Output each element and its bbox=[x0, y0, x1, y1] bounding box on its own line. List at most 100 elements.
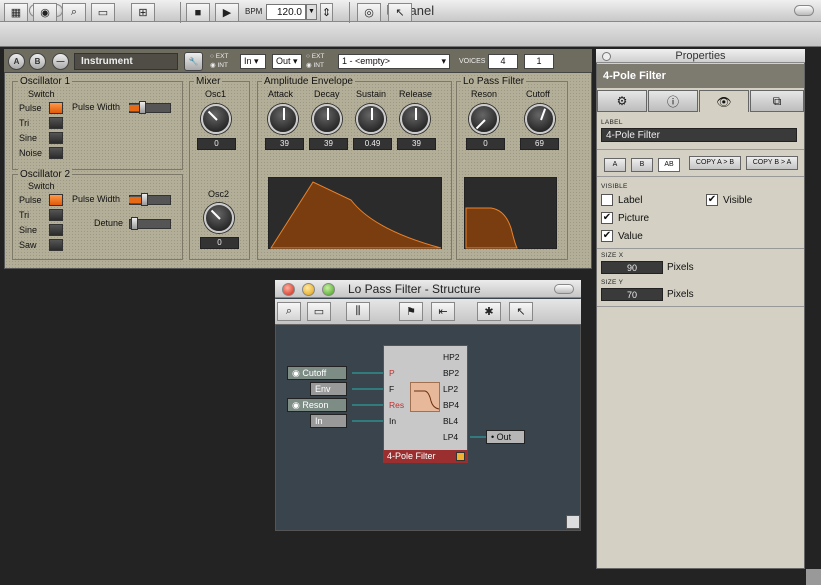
osc2-pw-thumb[interactable] bbox=[141, 193, 148, 206]
resize-grip[interactable] bbox=[806, 569, 821, 585]
in-module[interactable]: In bbox=[310, 414, 347, 428]
voices-field[interactable]: 4 bbox=[488, 54, 518, 69]
release-label: Release bbox=[399, 89, 433, 99]
label-caption: LABEL bbox=[601, 119, 623, 126]
picture-checkbox[interactable]: ✔ bbox=[601, 212, 613, 224]
label-input[interactable]: 4-Pole Filter bbox=[601, 128, 797, 142]
mixer-osc1-value: 0 bbox=[197, 138, 236, 150]
visible-checkbox[interactable]: ✔ bbox=[706, 194, 718, 206]
osc2-item-label: Saw bbox=[19, 240, 37, 250]
tab-view[interactable]: 👁 bbox=[699, 90, 749, 112]
flag-icon[interactable]: ⚑ bbox=[399, 302, 423, 321]
ext-radio-top[interactable]: ○ EXT bbox=[210, 53, 228, 60]
release-knob[interactable] bbox=[400, 104, 430, 134]
visible-caption: VISIBLE bbox=[601, 183, 628, 190]
search-icon[interactable]: ⌕ bbox=[62, 3, 86, 22]
osc2-pulse-switch[interactable] bbox=[49, 194, 63, 206]
hierarchy-icon[interactable]: ⊞ bbox=[131, 3, 155, 22]
sustain-label: Sustain bbox=[356, 89, 387, 99]
value-checkbox[interactable]: ✔ bbox=[601, 230, 613, 242]
wrench-icon[interactable]: 🔧 bbox=[184, 52, 203, 71]
osc2-detune-thumb[interactable] bbox=[131, 217, 138, 230]
folder-icon[interactable]: ▭ bbox=[91, 3, 115, 22]
mixer-icon[interactable]: ⫼ bbox=[346, 302, 370, 321]
structure-resize-grip[interactable] bbox=[566, 515, 580, 529]
osc1-noise-switch[interactable] bbox=[49, 147, 63, 159]
label-checkbox[interactable] bbox=[601, 194, 613, 206]
camera-icon[interactable]: ◉ bbox=[33, 3, 57, 22]
osc2-tri-switch[interactable] bbox=[49, 209, 63, 221]
size-x-unit: Pixels bbox=[667, 262, 694, 273]
env-module[interactable]: Env bbox=[310, 382, 347, 396]
voice-value-field[interactable]: 1 bbox=[524, 54, 554, 69]
osc1-sine-switch[interactable] bbox=[49, 132, 63, 144]
osc2-sine-switch[interactable] bbox=[49, 224, 63, 236]
bpm-field[interactable]: 120.0 bbox=[266, 4, 306, 20]
stop-icon[interactable]: ■ bbox=[186, 3, 210, 22]
midi-icon[interactable]: ◎ bbox=[357, 3, 381, 22]
osc1-pulse-switch[interactable] bbox=[49, 102, 63, 114]
int-radio-top[interactable]: ◉ INT bbox=[210, 62, 228, 69]
properties-close-button[interactable] bbox=[602, 52, 611, 61]
bpm-stepper[interactable]: ⇕ bbox=[320, 3, 333, 22]
size-x-caption: SIZE X bbox=[601, 252, 624, 259]
reson-module[interactable]: ◉ Reson bbox=[287, 398, 347, 412]
bug-icon[interactable]: ✱ bbox=[477, 302, 501, 321]
cutoff-module[interactable]: ◉ Cutoff bbox=[287, 366, 347, 380]
attack-knob[interactable] bbox=[268, 104, 298, 134]
oscillator-1-title: Oscillator 1 bbox=[18, 76, 73, 87]
preset-select[interactable]: 1 - <empty> ▾ bbox=[338, 54, 450, 69]
pointer-info-icon[interactable]: ↖ bbox=[388, 3, 412, 22]
mixer-osc2-knob[interactable] bbox=[204, 203, 234, 233]
play-icon[interactable]: ▶ bbox=[215, 3, 239, 22]
filter-edit-icon[interactable] bbox=[456, 452, 465, 461]
cutoff-knob[interactable] bbox=[525, 104, 555, 134]
knob-icon: ◉ bbox=[292, 368, 300, 378]
port-f-label: F bbox=[389, 384, 395, 394]
snapshot-b-button[interactable]: B bbox=[29, 53, 46, 70]
int-radio[interactable]: ◉ INT bbox=[306, 62, 324, 69]
state-a-button[interactable]: A bbox=[604, 158, 626, 172]
panel-icon[interactable]: ▦ bbox=[4, 3, 28, 22]
structure-minimize-button[interactable] bbox=[302, 283, 315, 296]
osc2-saw-switch[interactable] bbox=[49, 239, 63, 251]
copy-b-to-a-button[interactable]: COPY B > A bbox=[746, 156, 798, 170]
tab-info[interactable]: ⓘ bbox=[648, 90, 698, 112]
minus-button[interactable]: — bbox=[52, 53, 69, 70]
tab-settings[interactable]: ⚙ bbox=[597, 90, 647, 112]
osc1-item-label: Noise bbox=[19, 148, 43, 158]
osc1-pw-thumb[interactable] bbox=[139, 101, 146, 114]
state-b-button[interactable]: B bbox=[631, 158, 653, 172]
sustain-knob[interactable] bbox=[356, 104, 386, 134]
mixer-osc2-label: Osc2 bbox=[208, 189, 230, 199]
snapshot-a-button[interactable]: A bbox=[8, 53, 25, 70]
mixer-title: Mixer bbox=[194, 76, 223, 87]
amp-envelope-title: Amplitude Envelope bbox=[262, 76, 355, 87]
search-icon[interactable]: ⌕ bbox=[277, 302, 301, 321]
ext-radio[interactable]: ○ EXT bbox=[306, 53, 324, 60]
out-select[interactable]: Out ▾ bbox=[272, 54, 302, 69]
structure-zoom-button[interactable] bbox=[322, 283, 335, 296]
reson-knob[interactable] bbox=[469, 104, 499, 134]
size-x-input[interactable]: 90 bbox=[601, 261, 663, 274]
attack-value: 39 bbox=[265, 138, 304, 150]
bpm-dropdown-arrow[interactable]: ▼ bbox=[306, 4, 317, 20]
state-ab-button[interactable]: AB bbox=[658, 158, 680, 172]
mixer-osc1-knob[interactable] bbox=[201, 104, 231, 134]
in-select[interactable]: In ▾ bbox=[240, 54, 266, 69]
pointer-info-icon[interactable]: ↖ bbox=[509, 302, 533, 321]
decay-value: 39 bbox=[309, 138, 348, 150]
folder-icon[interactable]: ▭ bbox=[307, 302, 331, 321]
size-y-input[interactable]: 70 bbox=[601, 288, 663, 301]
decay-knob[interactable] bbox=[312, 104, 342, 134]
copy-a-to-b-button[interactable]: COPY A > B bbox=[689, 156, 741, 170]
osc1-tri-switch[interactable] bbox=[49, 117, 63, 129]
back-arrow-icon[interactable]: ⇤ bbox=[431, 302, 455, 321]
out-module[interactable]: • Out bbox=[486, 430, 525, 444]
structure-toolbar-toggle[interactable] bbox=[554, 284, 574, 294]
toolbar-toggle-button[interactable] bbox=[794, 5, 814, 16]
filter-response-display bbox=[464, 177, 557, 249]
tab-structure[interactable]: ⧉ bbox=[750, 90, 804, 112]
port-res-label: Res bbox=[389, 400, 405, 410]
structure-close-button[interactable] bbox=[282, 283, 295, 296]
